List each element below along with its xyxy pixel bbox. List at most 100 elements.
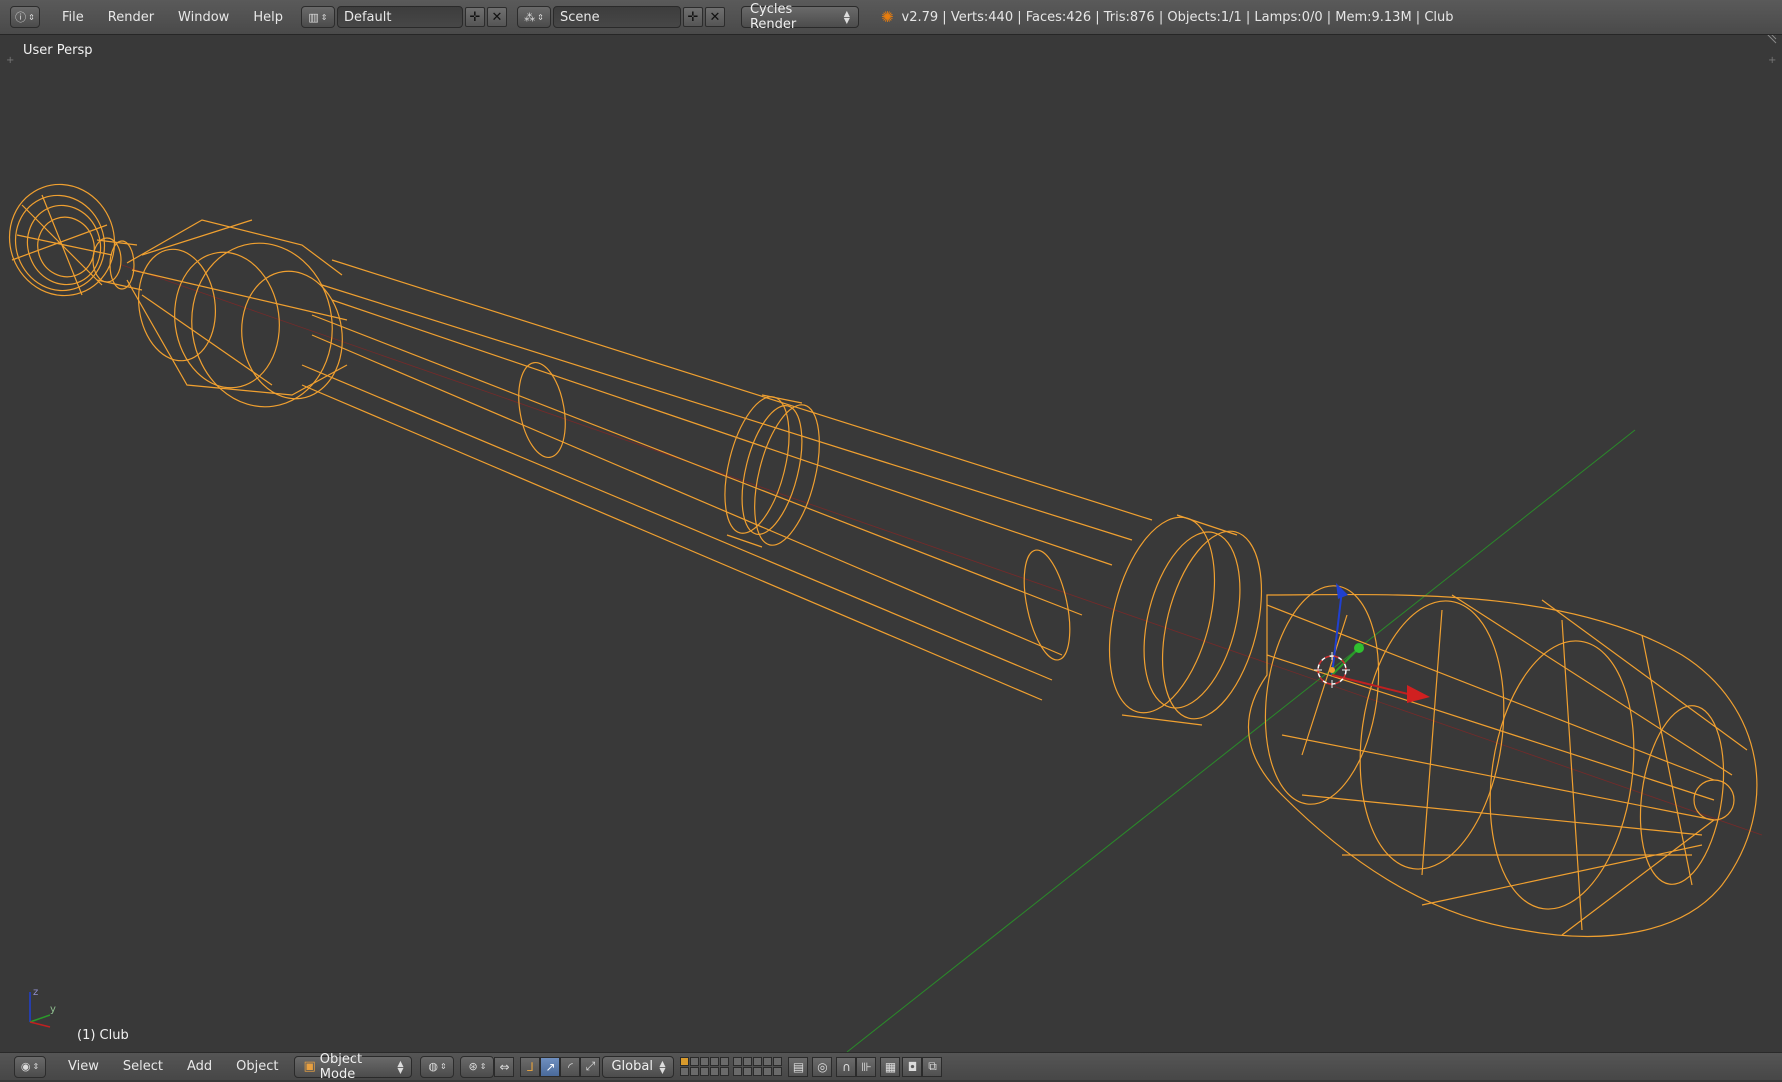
- layer-button[interactable]: [733, 1057, 743, 1066]
- layer-button[interactable]: [720, 1067, 730, 1076]
- manipulator-toggle-button[interactable]: ⇔: [494, 1056, 515, 1077]
- active-object-label: (1) Club: [77, 1028, 129, 1043]
- axis-icon: ⅃: [527, 1059, 534, 1074]
- cube-icon: ▣: [303, 1059, 316, 1074]
- close-icon: ✕: [709, 9, 721, 25]
- plus-icon: ✛: [469, 9, 481, 25]
- translate-tool-button[interactable]: ↗: [540, 1056, 561, 1077]
- layer-button[interactable]: [733, 1067, 743, 1076]
- clapper-icon: ⧉: [928, 1059, 937, 1073]
- snap-toggle-button[interactable]: ∩: [836, 1056, 857, 1077]
- ring-mesh: [8, 183, 116, 297]
- layer-button[interactable]: [743, 1057, 753, 1066]
- scene-field[interactable]: Scene: [552, 6, 681, 28]
- layer-button[interactable]: [753, 1067, 763, 1076]
- layer-button[interactable]: [700, 1057, 710, 1066]
- translate-manipulator-button[interactable]: ⅃: [520, 1056, 541, 1077]
- layer-buttons-2[interactable]: [733, 1057, 783, 1076]
- layout-icon: ▥: [308, 10, 319, 24]
- club-head-mesh: [1247, 585, 1758, 937]
- render-icon: ▦: [884, 1059, 897, 1074]
- scene-statistics: v2.79 | Verts:440 | Faces:426 | Tris:876…: [901, 9, 1454, 25]
- layer-buttons[interactable]: [680, 1057, 730, 1076]
- band-mesh: [724, 394, 820, 548]
- scale-icon: ⤢: [585, 1059, 596, 1073]
- y-axis-line: [846, 429, 1636, 1052]
- screen-layout-field[interactable]: Default: [336, 6, 463, 28]
- layer-lock-button[interactable]: ▤: [788, 1056, 809, 1077]
- menu-window[interactable]: Window: [166, 10, 241, 25]
- layer-button[interactable]: [753, 1057, 763, 1066]
- magnet-icon: ∩: [842, 1059, 851, 1074]
- delete-screen-button[interactable]: ✕: [486, 7, 507, 27]
- layer-button[interactable]: [763, 1067, 773, 1076]
- mode-dropdown[interactable]: ▣ Object Mode ▲ ▼: [294, 1052, 413, 1082]
- screen-layout-selector[interactable]: ▥ ⇕: [300, 6, 335, 28]
- lower-band-mesh: [1108, 514, 1263, 726]
- proportional-edit-icon: ◎: [817, 1059, 828, 1074]
- editor-type-button[interactable]: ⓘ ⇕: [10, 6, 40, 28]
- add-scene-button[interactable]: ✛: [682, 7, 703, 27]
- layer-button[interactable]: [763, 1057, 773, 1066]
- lock-icon: ▤: [792, 1059, 805, 1074]
- menu-render[interactable]: Render: [96, 10, 166, 25]
- club-wireframe: [8, 183, 1758, 937]
- 3d-viewport[interactable]: User Persp + + z y (1) Club: [2, 35, 1780, 1052]
- info-icon: ⓘ: [15, 11, 27, 24]
- manipulator-icon: ⇔: [499, 1059, 510, 1074]
- editor-type-button[interactable]: ◉ ⇕: [14, 1055, 46, 1078]
- x-axis-line: [121, 264, 1763, 836]
- handle-mesh: [301, 259, 1153, 701]
- menu-help[interactable]: Help: [241, 10, 295, 25]
- layer-button[interactable]: [743, 1067, 753, 1076]
- 3d-cursor-icon: [1314, 652, 1350, 688]
- menu-object[interactable]: Object: [224, 1059, 290, 1074]
- render-preview-button[interactable]: ▦: [880, 1056, 901, 1077]
- chevron-updown-icon: ▲ ▼: [843, 9, 850, 25]
- layer-button[interactable]: [680, 1067, 690, 1076]
- layer-button[interactable]: [720, 1057, 730, 1066]
- transform-orientation-dropdown[interactable]: Global ▲ ▼: [602, 1055, 675, 1078]
- add-screen-button[interactable]: ✛: [464, 7, 485, 27]
- layer-button[interactable]: [680, 1057, 690, 1066]
- layer-button[interactable]: [710, 1067, 720, 1076]
- pivot-icon: ⊛: [468, 1060, 478, 1073]
- scene-selector[interactable]: ⁂ ⇕: [516, 6, 551, 28]
- snap-element-button[interactable]: ⊪: [856, 1056, 877, 1077]
- arrow-icon: ↗: [545, 1059, 556, 1074]
- menu-view[interactable]: View: [56, 1059, 111, 1074]
- pivot-point-button[interactable]: ⊛ ⇕: [460, 1055, 495, 1078]
- layer-button[interactable]: [710, 1057, 720, 1066]
- layer-button[interactable]: [700, 1067, 710, 1076]
- opengl-render-still-button[interactable]: ◘: [902, 1056, 923, 1077]
- plus-icon: ✛: [687, 9, 699, 25]
- layer-button[interactable]: [690, 1067, 700, 1076]
- layer-button[interactable]: [773, 1057, 783, 1066]
- scene-icon: ⁂: [524, 10, 536, 24]
- chevron-updown-icon: ▲ ▼: [659, 1058, 666, 1075]
- proportional-edit-button[interactable]: ◎: [812, 1056, 833, 1077]
- blender-logo-icon: ✺: [880, 8, 894, 26]
- orientation-label: Global: [611, 1059, 653, 1074]
- 3d-view-header: ◉ ⇕ View Select Add Object ▣ Object Mode …: [0, 1052, 1782, 1082]
- rotate-icon: ◜: [568, 1059, 573, 1074]
- y-axis-label: y: [50, 1004, 56, 1015]
- render-engine-dropdown[interactable]: Cycles Render ▲ ▼: [740, 2, 859, 32]
- menu-file[interactable]: File: [50, 10, 96, 25]
- snap-element-icon: ⊪: [861, 1059, 872, 1074]
- viewport-shading-button[interactable]: ◍ ⇕: [420, 1055, 455, 1078]
- view-axis-gizmo: z y: [29, 987, 56, 1028]
- menu-select[interactable]: Select: [111, 1059, 175, 1074]
- layer-button[interactable]: [773, 1067, 783, 1076]
- scale-tool-button[interactable]: ⤢: [580, 1056, 601, 1077]
- delete-scene-button[interactable]: ✕: [704, 7, 725, 27]
- rotate-tool-button[interactable]: ◜: [560, 1056, 581, 1077]
- opengl-render-animation-button[interactable]: ⧉: [922, 1056, 943, 1077]
- close-icon: ✕: [491, 9, 503, 25]
- layer-button[interactable]: [690, 1057, 700, 1066]
- 3d-view-icon: ◉: [20, 1060, 31, 1073]
- shading-icon: ◍: [428, 1060, 438, 1073]
- chevron-updown-icon: ▲ ▼: [397, 1058, 404, 1075]
- render-engine-label: Cycles Render: [749, 2, 797, 32]
- menu-add[interactable]: Add: [175, 1059, 224, 1074]
